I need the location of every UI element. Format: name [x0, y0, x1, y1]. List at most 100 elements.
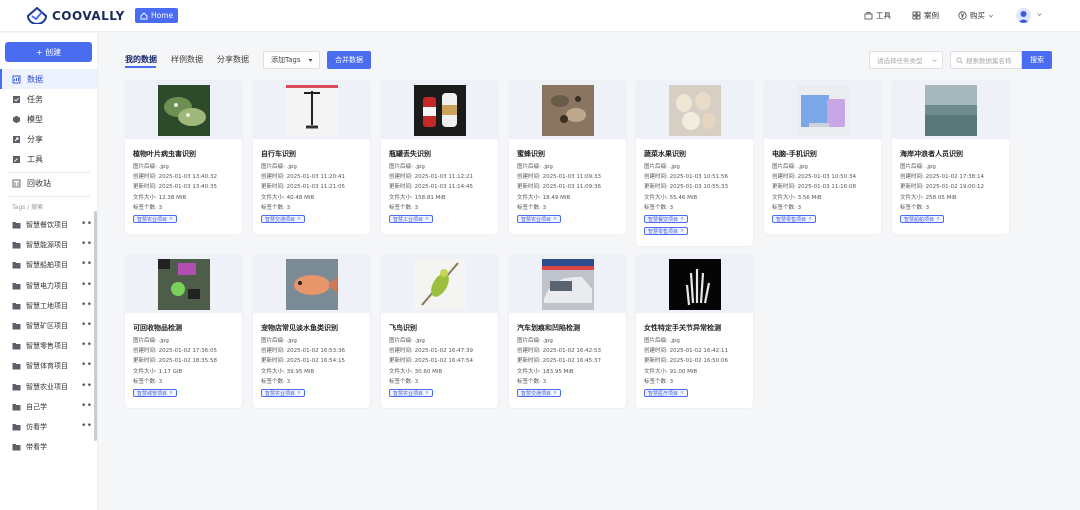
close-icon[interactable]: ×	[169, 390, 173, 396]
sidebar-project-item[interactable]: 智慧农业项目 •••	[0, 378, 98, 396]
chevron-down-icon[interactable]	[1036, 11, 1043, 18]
model-icon	[13, 115, 20, 123]
trash-icon	[12, 179, 21, 187]
close-icon[interactable]: ×	[680, 228, 684, 234]
close-icon[interactable]: ×	[297, 390, 301, 396]
dataset-card[interactable]: 汽车划痕和凹陷检测 图片后缀: .jpg 创建时间: 2025-01-02 16:4…	[509, 255, 626, 408]
dataset-title: 蜜蜂识别	[517, 150, 545, 158]
user-avatar[interactable]	[1016, 8, 1031, 23]
dataset-meta-created: 创建时间: 2025-01-03 10:51:56	[644, 174, 729, 181]
dataset-card[interactable]: 海岸冲浪者人员识别 图片后缀: .jpg 创建时间: 2025-01-02 17:3…	[892, 81, 1009, 234]
home-button[interactable]: Home	[135, 8, 179, 23]
dataset-meta-tags: 标签个数: 3	[644, 204, 674, 211]
thumbnail-area	[636, 81, 753, 139]
thumbnail-image	[285, 85, 338, 136]
thumbnail-image	[413, 85, 466, 136]
dataset-title: 宠物店常见淡水鱼类识别	[261, 324, 338, 332]
tab-shared-data[interactable]: 分享数据	[217, 54, 249, 65]
dataset-card[interactable]: 女性特定手关节异常检测 图片后缀: .jpg 创建时间: 2025-01-02 16…	[636, 255, 753, 408]
search-input[interactable]: 搜索数据集名称	[950, 51, 1022, 69]
create-button[interactable]: + 创建	[5, 42, 92, 62]
dataset-card[interactable]: 宠物店常见淡水鱼类识别 图片后缀: .jpg 创建时间: 2025-01-02 16…	[253, 255, 370, 408]
close-icon[interactable]: ×	[553, 390, 557, 396]
thumbnail-area	[509, 81, 626, 139]
sidebar-project-item[interactable]: 智慧餐饮项目 •••	[0, 216, 98, 234]
sidebar: + 创建 数据 任务 模型 分享 工具 回收站 Tags / 搜索 智慧餐饮项目…	[0, 33, 98, 510]
sidebar-project-item[interactable]: 自己学 •••	[0, 398, 98, 416]
tag-chip[interactable]: 智慧农业项目 ×	[517, 215, 562, 223]
dataset-meta-updated: 更新时间: 2025-01-03 11:16:08	[772, 184, 857, 191]
close-icon[interactable]: ×	[169, 216, 173, 222]
tag-chip[interactable]: 智慧农业项目 ×	[389, 389, 434, 397]
logo[interactable]: COOVALLY	[27, 7, 125, 24]
tag-chip[interactable]: 智慧交通项目 ×	[517, 389, 562, 397]
tag-chip[interactable]: 智慧农业项目 ×	[261, 389, 306, 397]
thumbnail-image	[668, 85, 721, 136]
sidebar-project-item[interactable]: 仿看学 •••	[0, 418, 98, 436]
dataset-meta-suffix: 图片后缀: .jpg	[389, 338, 425, 344]
dataset-card[interactable]: 蔬菜水果识别 图片后缀: .jpg 创建时间: 2025-01-03 10:51:5…	[636, 81, 753, 246]
tag-chip[interactable]: 智慧零售项目 ×	[644, 227, 689, 235]
tab-sample-data[interactable]: 样例数据	[171, 54, 203, 65]
sidebar-project-item[interactable]: 智慧矿区项目 •••	[0, 317, 98, 335]
sidebar-item-data[interactable]: 数据	[0, 69, 97, 89]
tools-label: 工具	[876, 11, 891, 20]
dataset-card[interactable]: 蜜蜂识别 图片后缀: .jpg 创建时间: 2025-01-03 11:09:33 更…	[509, 81, 626, 234]
dataset-meta-updated: 更新时间: 2025-01-02 16:47:54	[389, 358, 474, 365]
tag-chip[interactable]: 智慧零售项目 ×	[772, 215, 817, 223]
sidebar-project-label: 智慧农业项目	[26, 382, 68, 391]
task-type-select[interactable]: 请选择任务类型	[869, 51, 943, 69]
sidebar-item-model[interactable]: 模型	[0, 109, 97, 129]
dataset-meta-tags: 标签个数: 3	[389, 378, 419, 385]
sidebar-project-item[interactable]: 智慧船舶项目 •••	[0, 256, 98, 274]
tab-my-data[interactable]: 我的数据	[125, 54, 157, 65]
sidebar-scrollbar[interactable]	[94, 211, 97, 441]
tag-chip[interactable]: 智慧医疗项目 ×	[644, 389, 689, 397]
close-icon[interactable]: ×	[297, 216, 301, 222]
sidebar-project-item[interactable]: 智慧零售项目 •••	[0, 337, 98, 355]
dataset-title: 自行车识别	[261, 150, 296, 158]
tags-select[interactable]: 添加Tags	[263, 51, 320, 69]
sidebar-item-task[interactable]: 任务	[0, 89, 97, 109]
sidebar-project-item[interactable]: 智慧体育项目 •••	[0, 357, 98, 375]
close-icon[interactable]: ×	[425, 390, 429, 396]
dataset-card[interactable]: 可回收物品检测 图片后缀: .jpg 创建时间: 2025-01-02 17:36:…	[125, 255, 242, 408]
tag-chip[interactable]: 智慧交通项目 ×	[261, 215, 306, 223]
sidebar-project-item[interactable]: 智慧工地项目 •••	[0, 297, 98, 315]
dataset-title: 电脑-手机识别	[772, 150, 817, 158]
tag-chip[interactable]: 智慧农业项目 ×	[133, 215, 178, 223]
sidebar-project-item[interactable]: 带看学	[0, 438, 96, 456]
dataset-meta-updated: 更新时间: 2025-01-03 11:09:36	[517, 184, 602, 191]
close-icon[interactable]: ×	[553, 216, 557, 222]
cases-menu[interactable]: 案例	[912, 10, 939, 21]
dataset-card[interactable]: 电脑-手机识别 图片后缀: .jpg 创建时间: 2025-01-03 10:50:…	[764, 81, 881, 234]
dataset-card[interactable]: 飞鸟识别 图片后缀: .jpg 创建时间: 2025-01-02 16:47:39 更…	[381, 255, 498, 408]
tools-menu[interactable]: 工具	[864, 10, 891, 21]
dataset-meta-size: 文件大小: 3.56 MiB	[772, 194, 822, 201]
tags-select-value: 添加Tags	[271, 56, 301, 64]
search-button[interactable]: 搜索	[1022, 51, 1052, 69]
sidebar-project-item[interactable]: 智慧电力项目 •••	[0, 277, 98, 295]
buy-menu[interactable]: 购买	[958, 10, 994, 21]
tag-chip[interactable]: 智慧工业项目 ×	[389, 215, 434, 223]
tag-chip[interactable]: 智慧城管项目 ×	[133, 389, 178, 397]
merge-data-button[interactable]: 合并数据	[327, 51, 371, 69]
top-header: COOVALLY Home 工具 案例 购买	[0, 0, 1080, 32]
close-icon[interactable]: ×	[808, 216, 812, 222]
close-icon[interactable]: ×	[936, 216, 940, 222]
dataset-card[interactable]: 自行车识别 图片后缀: .jpg 创建时间: 2025-01-03 11:20:41…	[253, 81, 370, 234]
dataset-card[interactable]: 植物叶片病虫害识别 图片后缀: .jpg 创建时间: 2025-01-03 13:4…	[125, 81, 242, 234]
dataset-meta-created: 创建时间: 2025-01-03 11:20:41	[261, 174, 346, 181]
dataset-card[interactable]: 瓶罐丢失识别 图片后缀: .jpg 创建时间: 2025-01-03 11:12:2…	[381, 81, 498, 234]
sidebar-item-tools[interactable]: 工具	[0, 149, 97, 169]
close-icon[interactable]: ×	[425, 216, 429, 222]
tag-chip[interactable]: 智慧餐饮项目 ×	[644, 215, 689, 223]
close-icon[interactable]: ×	[680, 390, 684, 396]
thumbnail-area	[381, 255, 498, 313]
sidebar-project-item[interactable]: 智慧能源项目 •••	[0, 236, 98, 254]
close-icon[interactable]: ×	[680, 216, 684, 222]
sidebar-item-trash[interactable]: 回收站	[0, 173, 97, 193]
tag-chip[interactable]: 智慧船舶项目 ×	[900, 215, 945, 223]
sidebar-item-share[interactable]: 分享	[0, 129, 97, 149]
search-icon	[956, 57, 963, 64]
